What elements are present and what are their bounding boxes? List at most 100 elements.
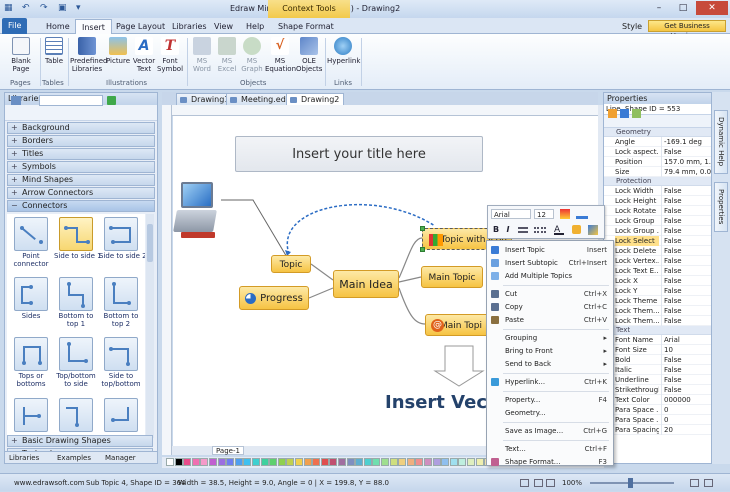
property-value[interactable]: False (661, 266, 711, 276)
property-row[interactable]: Lock Them... False (604, 306, 711, 316)
color-swatch[interactable] (475, 458, 484, 466)
maximize-button[interactable]: □ (672, 1, 694, 15)
fill-color-icon[interactable] (560, 209, 570, 219)
color-swatch[interactable] (467, 458, 475, 466)
main-topic-node-2[interactable]: @ Main Topi (425, 314, 489, 336)
color-swatch[interactable] (226, 458, 235, 466)
zoom-slider-thumb[interactable] (628, 478, 633, 488)
color-swatch[interactable] (234, 458, 243, 466)
topic-node[interactable]: Topic (271, 255, 311, 273)
menu-item-shape-format[interactable]: Shape Format... F3 (487, 456, 613, 468)
category-connectors[interactable]: Connectors (7, 200, 155, 212)
menu-item-property[interactable]: Property... F4 (487, 394, 613, 406)
lock-icon[interactable] (572, 225, 581, 234)
property-section-header[interactable]: Geometry (604, 128, 711, 137)
category-basic-drawing-shapes[interactable]: Basic Drawing Shapes (7, 435, 153, 447)
property-value[interactable]: False (661, 276, 711, 286)
undo-icon[interactable]: ↶ (22, 3, 30, 13)
color-swatch[interactable] (277, 458, 286, 466)
font-symbol-button[interactable]: T Font Symbol (156, 37, 184, 73)
property-row[interactable]: Lock Width False (604, 186, 711, 196)
property-value[interactable]: False (661, 286, 711, 296)
property-row[interactable]: Size 79.4 mm, 0.0... (604, 167, 711, 177)
property-value[interactable]: False (661, 226, 711, 236)
menu-item-grouping[interactable]: Grouping ▸ (487, 332, 613, 344)
sort-icon[interactable] (608, 109, 617, 118)
libraries-scrollbar[interactable] (146, 214, 154, 438)
shape-side-to-side-1[interactable]: Side to side 1 (54, 217, 102, 260)
tab-help[interactable]: Help (240, 19, 270, 34)
color-swatch[interactable] (166, 458, 174, 466)
align-icon[interactable] (518, 227, 528, 233)
color-swatch[interactable] (286, 458, 295, 466)
category-background[interactable]: Background (7, 122, 155, 134)
property-value[interactable]: False (661, 316, 711, 326)
color-swatch[interactable] (191, 458, 200, 466)
library-search-input[interactable] (39, 95, 103, 106)
color-swatch[interactable] (398, 458, 407, 466)
property-value[interactable]: False (661, 296, 711, 306)
menu-item-add-multiple-topics[interactable]: Add Multiple Topics (487, 270, 613, 282)
property-row[interactable]: Lock Theme False (604, 296, 711, 306)
menu-item-insert-topic[interactable]: Insert Topic Insert (487, 244, 613, 256)
view-mode-icon[interactable] (690, 479, 699, 487)
side-tab-properties[interactable]: Properties (714, 182, 728, 232)
color-swatch[interactable] (269, 458, 278, 466)
color-swatch[interactable] (458, 458, 467, 466)
menu-item-save-as-image[interactable]: Save as Image... Ctrl+G (487, 425, 613, 437)
shape-sides[interactable]: Sides (9, 277, 53, 320)
website-link[interactable]: www.edrawsoft.com (14, 474, 85, 492)
ms-equation-button[interactable]: √ MS Equation (265, 37, 296, 73)
property-row[interactable]: Lock Text E... False (604, 266, 711, 276)
color-swatch[interactable] (441, 458, 450, 466)
property-value[interactable]: False (661, 385, 711, 395)
filter-icon[interactable] (620, 109, 629, 118)
bold-button[interactable]: B (491, 225, 501, 234)
property-value[interactable]: 157.0 mm, 1... (661, 157, 711, 167)
menu-item-geometry[interactable]: Geometry... (487, 407, 613, 419)
table-button[interactable]: Table (42, 37, 66, 65)
color-swatch[interactable] (449, 458, 458, 466)
property-row[interactable]: Position 157.0 mm, 1... (604, 157, 711, 167)
property-row[interactable]: Lock Group False (604, 216, 711, 226)
property-value[interactable]: False (661, 216, 711, 226)
minimize-button[interactable]: – (648, 1, 670, 15)
color-swatch[interactable] (295, 458, 303, 466)
shape-connector-11[interactable] (54, 398, 98, 433)
color-swatch[interactable] (252, 458, 260, 466)
style-menu[interactable]: Style (622, 22, 642, 31)
tab-libraries[interactable]: Libraries (166, 19, 213, 34)
full-screen-icon[interactable] (546, 479, 555, 487)
property-value[interactable]: 79.4 mm, 0.0... (661, 167, 711, 177)
tab-file[interactable]: File (2, 18, 28, 34)
fit-page-icon[interactable] (520, 479, 529, 487)
edit-icon[interactable] (632, 109, 641, 118)
page-tab[interactable]: Page-1 (212, 446, 244, 455)
predefined-libraries-button[interactable]: Predefined Libraries (70, 37, 107, 73)
shape-tops-or-bottoms[interactable]: Tops or bottoms (9, 337, 53, 388)
property-value[interactable]: False (661, 147, 711, 157)
menu-item-insert-subtopic[interactable]: Insert Subtopic Ctrl+Insert (487, 257, 613, 269)
tab-home[interactable]: Home (40, 19, 76, 34)
property-row[interactable]: Font Name Arial (604, 335, 711, 345)
footer-tab-examples[interactable]: Examples (57, 452, 91, 464)
property-row[interactable]: Font Size 10 (604, 345, 711, 355)
property-row[interactable]: Underline False (604, 375, 711, 385)
color-swatch[interactable] (174, 458, 183, 466)
hyperlink-button[interactable]: Hyperlink (327, 37, 360, 65)
property-row[interactable]: Para Space ... 0 (604, 405, 711, 415)
shape-side-to-side-2[interactable]: Side to side 2 (99, 217, 145, 260)
property-value[interactable]: -169.1 deg (661, 137, 711, 147)
color-swatch[interactable] (432, 458, 441, 466)
property-section-header[interactable]: Text (604, 326, 711, 335)
category-borders[interactable]: Borders (7, 135, 155, 147)
property-value[interactable]: False (661, 196, 711, 206)
fit-width-icon[interactable] (534, 479, 543, 487)
title-placeholder[interactable]: Insert your title here (235, 136, 483, 172)
redo-icon[interactable]: ↷ (40, 3, 48, 13)
color-swatch[interactable] (406, 458, 415, 466)
property-row[interactable]: Text Color 000000 (604, 395, 711, 405)
computer-clipart-icon[interactable] (173, 182, 219, 240)
menu-item-cut[interactable]: Cut Ctrl+X (487, 288, 613, 300)
main-topic-node-1[interactable]: Main Topic (421, 266, 483, 288)
